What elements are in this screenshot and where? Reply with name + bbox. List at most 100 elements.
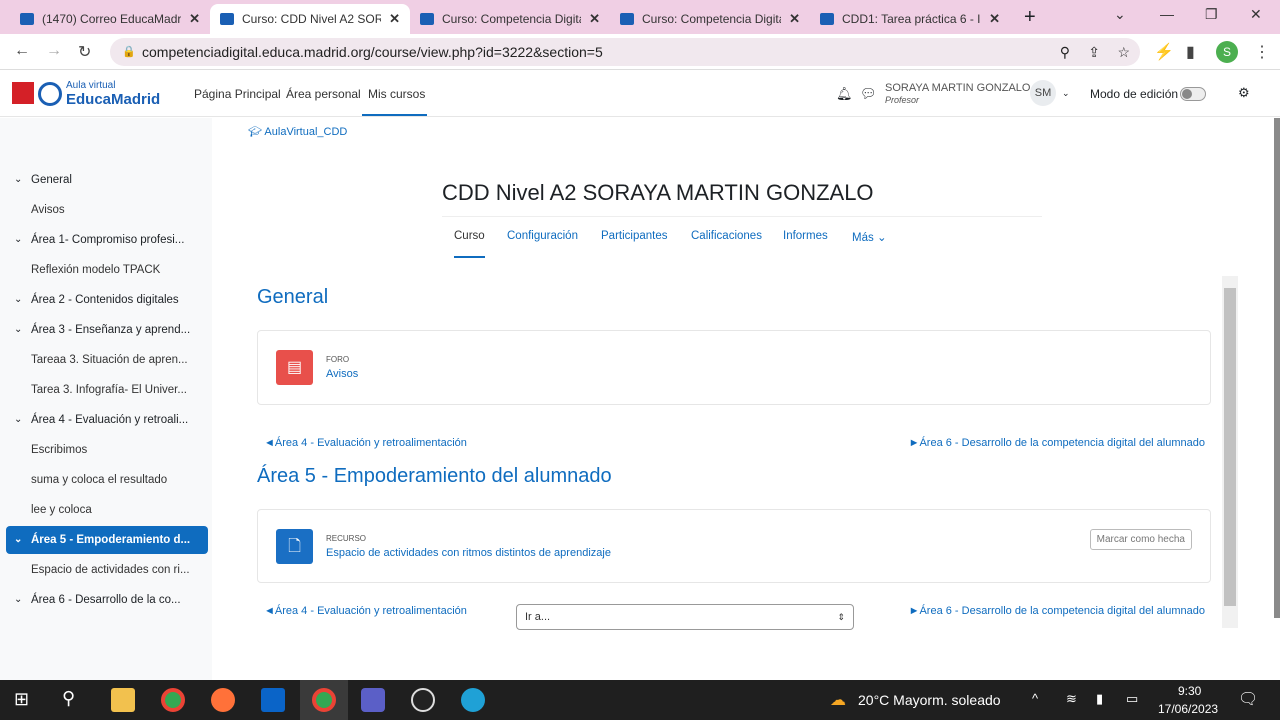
- chrome-profile-icon[interactable]: [312, 688, 336, 712]
- share-icon[interactable]: ⇪: [1088, 38, 1100, 66]
- profile-avatar[interactable]: S: [1216, 41, 1238, 63]
- scrollbar-thumb[interactable]: [1224, 288, 1236, 606]
- sidebar-item[interactable]: ⌄ Área 3 - Enseñanza y aprend...: [6, 316, 208, 344]
- nav-area-personal[interactable]: Área personal: [286, 87, 361, 101]
- sidebar-item[interactable]: ⌄ Área 6 - Desarrollo de la co...: [6, 586, 208, 614]
- firefox-icon[interactable]: [211, 688, 235, 712]
- sidebar-item[interactable]: ⌄ Área 1- Compromiso profesi...: [6, 226, 208, 254]
- star-icon[interactable]: ☆: [1117, 38, 1130, 66]
- sidebar-item[interactable]: ⌄ Área 2 - Contenidos digitales: [6, 286, 208, 314]
- extensions-icon[interactable]: ⚡: [1154, 42, 1174, 62]
- page-scrollbar[interactable]: [1274, 118, 1280, 618]
- tab-competencia-2[interactable]: Curso: Competencia Digital ✕: [610, 4, 810, 34]
- battery-icon[interactable]: ▭: [1126, 691, 1138, 707]
- windows-start-icon[interactable]: ⊞: [14, 689, 29, 710]
- chevron-down-icon[interactable]: ⌄: [1062, 88, 1070, 99]
- chrome-icon[interactable]: [161, 688, 185, 712]
- sidebar-item[interactable]: suma y coloca el resultado: [6, 466, 208, 494]
- sidebar-item[interactable]: ⌄ General: [6, 166, 208, 194]
- tab-competencia-1[interactable]: Curso: Competencia Digital ✕: [410, 4, 610, 34]
- tab-calificaciones[interactable]: Calificaciones: [691, 230, 762, 242]
- chevron-up-icon[interactable]: ^: [1032, 691, 1038, 706]
- sidebar-item[interactable]: Escribimos: [6, 436, 208, 464]
- url-input[interactable]: 🔒 competenciadigital.educa.madrid.org/cou…: [110, 38, 1140, 66]
- file-explorer-icon[interactable]: [111, 688, 135, 712]
- chevron-down-icon[interactable]: ⌄: [14, 316, 22, 344]
- close-icon[interactable]: ✕: [989, 11, 1000, 27]
- edit-mode-toggle[interactable]: [1180, 87, 1206, 101]
- tab-correo[interactable]: (1470) Correo EducaMadrid ✕: [10, 4, 210, 34]
- breadcrumb[interactable]: 🎓︎ AulaVirtual_CDD: [248, 125, 347, 138]
- minimize-button[interactable]: —: [1160, 6, 1174, 22]
- section-heading-general[interactable]: General: [257, 286, 328, 309]
- main-content: 🎓︎ AulaVirtual_CDD CDD Nivel A2 SORAYA M…: [212, 118, 1280, 680]
- outlook-icon[interactable]: [261, 688, 285, 712]
- course-index-sidebar: ⌄ General Avisos ⌄ Área 1- Compromiso profes…: [0, 118, 212, 680]
- sidebar-item[interactable]: ⌄ Área 5 - Empoderamiento d...: [6, 526, 208, 554]
- tab-configuracion[interactable]: Configuración: [507, 230, 578, 242]
- activity-link-resource[interactable]: Espacio de actividades con ritmos distin…: [326, 547, 611, 559]
- sidebar-item[interactable]: Reflexión modelo TPACK: [6, 256, 208, 284]
- restore-button[interactable]: ❐: [1205, 6, 1218, 23]
- zoom-icon[interactable]: ⚲: [1060, 38, 1070, 66]
- reload-icon[interactable]: ↻: [78, 42, 91, 62]
- chevron-down-icon[interactable]: ⌄: [14, 226, 22, 254]
- tab-informes[interactable]: Informes: [783, 230, 828, 242]
- chevron-down-icon[interactable]: ⌄: [14, 406, 22, 434]
- chat-icon[interactable]: 💬︎: [860, 86, 877, 102]
- tab-participantes[interactable]: Participantes: [601, 230, 667, 242]
- close-icon[interactable]: ✕: [189, 11, 200, 27]
- content-scrollbar[interactable]: [1222, 276, 1238, 628]
- tab-curso[interactable]: Curso: [454, 230, 485, 258]
- weather-text[interactable]: 20°C Mayorm. soleado: [858, 692, 1001, 708]
- nav-pagina-principal[interactable]: Página Principal: [194, 87, 281, 101]
- activity-link-avisos[interactable]: Avisos: [326, 368, 358, 380]
- clock-date[interactable]: 17/06/2023: [1158, 702, 1218, 716]
- logo-text-bottom: EducaMadrid: [66, 91, 161, 108]
- back-icon[interactable]: ←: [14, 42, 30, 60]
- close-icon[interactable]: ✕: [789, 11, 800, 27]
- moodle-icon: [220, 13, 234, 25]
- chevron-down-icon[interactable]: ⌄: [14, 586, 22, 614]
- sidebar-item[interactable]: ⌄ Área 4 - Evaluación y retroali...: [6, 406, 208, 434]
- sidebar-item[interactable]: Espacio de actividades con ri...: [6, 556, 208, 584]
- new-tab-button[interactable]: +: [1024, 6, 1036, 29]
- wifi-icon[interactable]: ≋: [1066, 691, 1077, 707]
- chevron-down-icon[interactable]: ⌄: [14, 286, 22, 314]
- tab-mas[interactable]: Más ⌄: [852, 230, 887, 244]
- close-icon[interactable]: ✕: [589, 11, 600, 27]
- obs-icon[interactable]: [411, 688, 435, 712]
- sidebar-item[interactable]: lee y coloca: [6, 496, 208, 524]
- sidepanel-icon[interactable]: ▮: [1186, 42, 1195, 62]
- gear-icon[interactable]: ⚙: [1238, 85, 1250, 101]
- bell-icon[interactable]: 🔔︎: [836, 86, 853, 102]
- tab-curso-cdd[interactable]: Curso: CDD Nivel A2 SORAYA✕: [210, 4, 410, 34]
- mark-done-button[interactable]: Marcar como hecha: [1089, 529, 1192, 550]
- sidebar-item[interactable]: Tareaa 3. Situación de apren...: [6, 346, 208, 374]
- menu-icon[interactable]: ⋮: [1254, 42, 1270, 62]
- tab-search-icon[interactable]: ⌄: [1114, 6, 1126, 23]
- chevron-down-icon[interactable]: ⌄: [14, 526, 22, 554]
- nav-mis-cursos[interactable]: Mis cursos: [368, 87, 425, 101]
- prev-section-link[interactable]: ◄Área 4 - Evaluación y retroalimentación: [264, 437, 467, 449]
- close-icon[interactable]: ✕: [389, 11, 400, 27]
- educamadrid-logo[interactable]: [38, 82, 62, 106]
- search-icon[interactable]: ⚲: [62, 688, 75, 709]
- next-section-link-bottom[interactable]: ►Área 6 - Desarrollo de la competencia d…: [909, 605, 1205, 617]
- close-window-button[interactable]: ✕: [1250, 6, 1262, 23]
- user-avatar[interactable]: SM: [1030, 80, 1056, 106]
- teams-icon[interactable]: [361, 688, 385, 712]
- jump-to-select[interactable]: Ir a... ⇕: [516, 604, 854, 630]
- forward-icon[interactable]: →: [46, 42, 62, 60]
- tab-tarea[interactable]: CDD1: Tarea práctica 6 - I ✕: [810, 4, 1010, 34]
- next-section-link[interactable]: ►Área 6 - Desarrollo de la competencia d…: [909, 437, 1205, 449]
- microphone-icon[interactable]: ▮: [1096, 691, 1103, 707]
- prev-section-link-bottom[interactable]: ◄Área 4 - Evaluación y retroalimentación: [264, 605, 467, 617]
- clock-time[interactable]: 9:30: [1178, 684, 1201, 698]
- section-heading-area5[interactable]: Área 5 - Empoderamiento del alumnado: [257, 465, 612, 488]
- edge-icon[interactable]: [461, 688, 485, 712]
- sidebar-item[interactable]: Avisos: [6, 196, 208, 224]
- notifications-icon[interactable]: 🗨︎: [1238, 689, 1258, 709]
- sidebar-item[interactable]: Tarea 3. Infografía- El Univer...: [6, 376, 208, 404]
- chevron-down-icon[interactable]: ⌄: [14, 166, 22, 194]
